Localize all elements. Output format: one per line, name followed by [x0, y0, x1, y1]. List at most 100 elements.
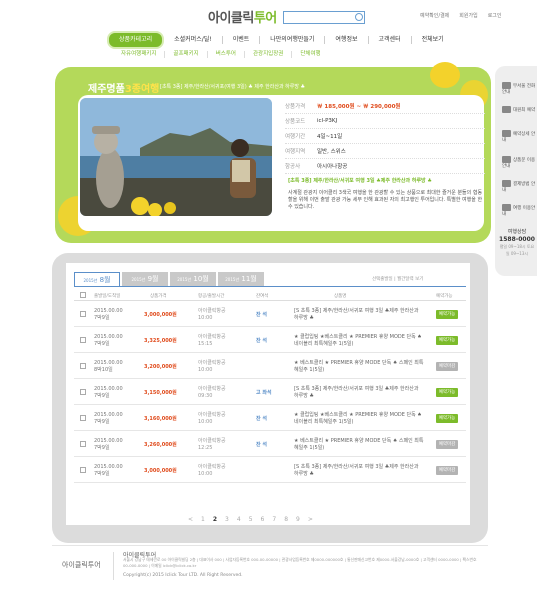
- table-row[interactable]: 2015.00.00 7박9일 3,160,000원 아이클릭항공 10:00 잔 석 ★ …: [74, 407, 466, 431]
- table-row[interactable]: 2015.00.00 8박10일 3,200,000원 아이클릭항공 10:00 ★ 베스…: [74, 355, 466, 379]
- row-checkbox[interactable]: [80, 363, 86, 369]
- nav-item-social[interactable]: 소셜커머스/딜!: [164, 36, 223, 44]
- table-header: 출발일/도착일 상품가격 항공/출발시간 잔여석 상품명 예약가능: [74, 290, 466, 301]
- prev-page-button[interactable]: <: [188, 516, 193, 523]
- tab-august[interactable]: 2015년 8월: [74, 272, 120, 286]
- row-product-name[interactable]: ★ 베스트클리 ★ PREMIER 휴양 MODE 단독 ♠ 스페인 최특혜일주…: [294, 438, 424, 452]
- page-number[interactable]: 1: [201, 516, 205, 523]
- page-number[interactable]: 4: [237, 516, 241, 523]
- tab-november[interactable]: 2015년 11월: [218, 272, 264, 286]
- reserve-button[interactable]: 예약가능: [436, 336, 458, 345]
- page-number[interactable]: 8: [284, 516, 288, 523]
- reserve-button[interactable]: 예약가능: [436, 414, 458, 423]
- calendar-view-link[interactable]: 선택출발일 | 월간달력 보기: [372, 276, 423, 282]
- pagination: <1 2 3 4 5 6 7 8 9 >: [188, 516, 313, 523]
- month-tabs: 2015년 8월 2015년 9월 2015년 10월 2015년 11월: [74, 272, 264, 286]
- subnav-item-bus[interactable]: 버스투어: [208, 51, 245, 58]
- tab-september[interactable]: 2015년 9월: [122, 272, 168, 286]
- table-row[interactable]: 2015.00.00 7박9일 3,150,000원 아이클릭항공 09:30 고 좌석 […: [74, 381, 466, 405]
- next-page-button[interactable]: >: [308, 516, 313, 523]
- footer-separator: [113, 552, 114, 580]
- reserve-button[interactable]: 예약가능: [436, 310, 458, 319]
- airline-text: 아이클릭항공: [198, 412, 226, 418]
- page-number[interactable]: 2: [213, 516, 217, 523]
- subnav-item-free[interactable]: 자유여행패키지: [113, 51, 166, 58]
- subnav-item-group[interactable]: 단체여행: [292, 51, 328, 58]
- info-row-region: 여행지역 일반, 스위스: [285, 144, 485, 159]
- top-links: 예약확인/결제 회원가입 로그인: [420, 12, 502, 19]
- row-checkbox[interactable]: [80, 337, 86, 343]
- table-row[interactable]: 2015.00.00 7박9일 3,260,000원 아이클릭항공 12:25 잔 석 ★ …: [74, 433, 466, 457]
- table-row[interactable]: 2015.00.00 7박9일 3,000,000원 아이클릭항공 10:00 [S 초특…: [74, 459, 466, 483]
- row-checkbox[interactable]: [80, 389, 86, 395]
- row-price: 3,325,000원: [144, 338, 177, 344]
- sidebar-item-payment[interactable]: 결제방법 안내: [502, 180, 536, 193]
- row-checkbox[interactable]: [80, 467, 86, 473]
- time-text: 10:00: [198, 367, 213, 373]
- sidebar-item-product[interactable]: 상품문 이용안내: [502, 156, 536, 169]
- reserve-button[interactable]: 예약마감: [436, 362, 458, 371]
- banner-title-main: 제주명품: [88, 84, 125, 95]
- banner-title-accent: 3종여행: [124, 84, 160, 95]
- row-checkbox[interactable]: [80, 415, 86, 421]
- search-input[interactable]: [283, 11, 365, 24]
- banner-desc-body: 사계절 관광지 이어클리 3색국 여행을 한 관광할 수 있는 상품으로 최대한…: [288, 190, 483, 210]
- top-link-login[interactable]: 로그인: [488, 12, 502, 19]
- select-all-checkbox[interactable]: [80, 292, 86, 298]
- product-photo: [80, 98, 272, 216]
- row-product-name[interactable]: [S 초특 3종] 제주/한라산/서귀포 여행 3일 ♣제주 한라산과 하루방 …: [294, 308, 424, 322]
- row-product-name[interactable]: ★ 클럽입팅 ★베스트클리 ★ PREMIER 휴양 MODE 단독 ♠ 네이블…: [294, 334, 424, 348]
- info-value: 아시아나항공: [317, 164, 348, 170]
- airline-text: 아이클릭항공: [198, 308, 226, 314]
- tab-october[interactable]: 2015년 10월: [170, 272, 216, 286]
- subnav-item-tickets[interactable]: 관광지입장권: [245, 51, 293, 58]
- nav-item-travel-info[interactable]: 여행정보: [325, 36, 369, 44]
- row-product-name[interactable]: ★ 클럽입팅 ★베스트클리 ★ PREMIER 휴양 MODE 단독 ♠ 네이블…: [294, 412, 424, 426]
- nav-item-category[interactable]: 상품카테고리: [107, 31, 165, 49]
- table-row[interactable]: 2015.00.00 7박9일 3,000,000원 아이클릭항공 10:00 잔 석 [S…: [74, 303, 466, 327]
- tab-underline: [74, 286, 466, 287]
- row-price: 3,260,000원: [144, 442, 177, 448]
- nav-item-event[interactable]: 이벤트: [223, 36, 261, 44]
- sidebar-item-reserve[interactable]: 대원최 예약: [502, 106, 536, 113]
- top-link-reservation[interactable]: 예약확인/결제: [420, 12, 449, 19]
- row-date: 2015.00.00 7박9일: [94, 438, 123, 452]
- phone-icon: [502, 82, 511, 89]
- airline-text: 아이클릭항공: [198, 438, 226, 444]
- reserve-button[interactable]: 예약마감: [436, 440, 458, 449]
- info-row-period: 여행기간 4일~11일: [285, 129, 485, 144]
- row-product-name[interactable]: ★ 베스트클리 ★ PREMIER 휴양 MODE 단독 ♠ 스페인 최특혜일주…: [294, 360, 424, 374]
- table-row[interactable]: 2015.00.00 7박9일 3,325,000원 아이클릭항공 15:15 잔 석 ★ …: [74, 329, 466, 353]
- row-price: 3,150,000원: [144, 390, 177, 396]
- sidebar-item-detail[interactable]: 예약상세 안내: [502, 130, 536, 143]
- reserve-button[interactable]: 예약마감: [436, 466, 458, 475]
- subnav-item-golf[interactable]: 골프패키지: [165, 51, 208, 58]
- row-checkbox[interactable]: [80, 441, 86, 447]
- nav-item-support[interactable]: 고객센터: [369, 36, 412, 44]
- nav-item-all[interactable]: 전체보기: [412, 36, 454, 44]
- row-product-name[interactable]: [S 초특 3종] 제주/한라산/서귀포 여행 3일 ♣제주 한라산과 하루방 …: [294, 386, 424, 400]
- tab-month: 10월: [193, 275, 209, 283]
- info-value: ￦ 185,000원 ~ ￦ 290,000원: [317, 104, 401, 110]
- top-link-signup[interactable]: 회원가입: [459, 12, 477, 19]
- page-number[interactable]: 5: [249, 516, 253, 523]
- sidebar-item-phone[interactable]: 무서울 전화안내: [502, 82, 536, 95]
- nav-item-custom-trip[interactable]: 나만의여행만들기: [260, 36, 326, 44]
- page-number[interactable]: 6: [261, 516, 265, 523]
- reserve-button[interactable]: 예약가능: [436, 388, 458, 397]
- banner-subtitle: [초특 3종] 제주/한라산/서귀포(여행 3일) ♣ 제주 한라산과 하루방 …: [160, 84, 306, 90]
- contact-label: 여행상담: [507, 229, 527, 235]
- page-number[interactable]: 7: [272, 516, 276, 523]
- page-number[interactable]: 3: [225, 516, 229, 523]
- banner-description: [초특 3종] 제주/한라산/서귀포 여행 3일 ♣제주 한라산과 하루방 ♣ …: [288, 178, 483, 211]
- time-text: 10:00: [198, 419, 213, 425]
- row-checkbox[interactable]: [80, 311, 86, 317]
- duration-text: 7박9일: [94, 341, 110, 347]
- search-icon[interactable]: [355, 13, 363, 21]
- date-text: 2015.00.00: [94, 386, 123, 392]
- sidebar-item-guide[interactable]: 여행 이용안내: [502, 204, 536, 217]
- tab-month: 8월: [99, 276, 111, 284]
- page-number[interactable]: 9: [296, 516, 300, 523]
- row-product-name[interactable]: [S 초특 3종] 제주/한라산/서귀포 여행 3일 ♣제주 한라산과 하루방 …: [294, 464, 424, 478]
- site-logo[interactable]: 아이클릭투어: [208, 7, 277, 26]
